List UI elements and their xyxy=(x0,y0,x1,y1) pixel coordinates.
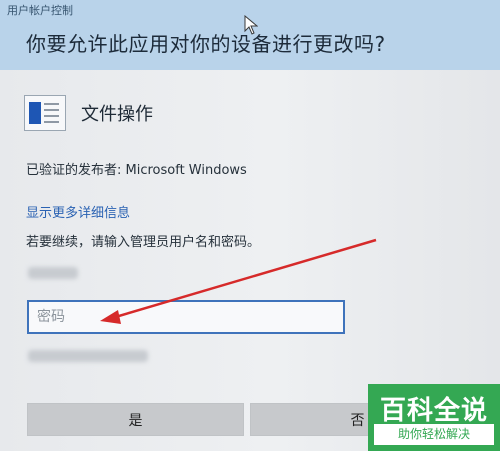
blurred-username xyxy=(28,267,78,279)
watermark-subtitle: 助你轻松解决 xyxy=(374,424,494,445)
mouse-cursor-icon xyxy=(244,15,258,35)
publisher-text: 已验证的发布者: Microsoft Windows xyxy=(26,163,247,178)
dialog-title: 你要允许此应用对你的设备进行更改吗? xyxy=(26,32,386,56)
instruction-text: 若要继续，请输入管理员用户名和密码。 xyxy=(26,235,261,250)
watermark-logo: 百科全说 助你轻松解决 xyxy=(368,384,500,451)
dialog-caption: 用户帐户控制 xyxy=(7,4,73,17)
yes-button[interactable]: 是 xyxy=(27,403,244,436)
app-name: 文件操作 xyxy=(81,104,153,125)
password-input[interactable] xyxy=(27,300,345,334)
dialog-header: 用户帐户控制 你要允许此应用对你的设备进行更改吗? xyxy=(0,0,500,70)
watermark-title: 百科全说 xyxy=(379,396,488,426)
uac-dialog: 用户帐户控制 你要允许此应用对你的设备进行更改吗? 文件操作 已验证的发布者: … xyxy=(0,0,500,451)
blurred-domain-text xyxy=(28,350,148,362)
app-window-icon xyxy=(24,95,66,131)
show-details-link[interactable]: 显示更多详细信息 xyxy=(26,202,130,221)
